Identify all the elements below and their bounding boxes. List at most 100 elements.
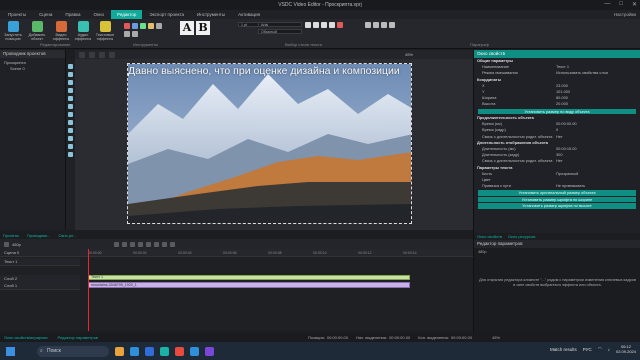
camera-icon[interactable] xyxy=(4,241,9,247)
status-link-properties[interactable]: Окно свойств/иерархия xyxy=(4,335,48,340)
stop-icon[interactable] xyxy=(137,241,143,247)
word-icon[interactable] xyxy=(190,346,199,356)
cut-icon[interactable] xyxy=(124,23,130,29)
timeline[interactable]: 00:00:00 00:00:02 00:00:04 00:00:06 00:00:08… xyxy=(0,249,473,331)
menu-item-editor[interactable]: Редактор xyxy=(111,10,143,19)
rewind-icon[interactable] xyxy=(113,241,119,247)
edge-icon[interactable] xyxy=(130,346,139,356)
menu-item-window[interactable]: Окно xyxy=(88,10,110,19)
hand-tool-icon[interactable] xyxy=(68,72,73,77)
property-row[interactable]: Высота 20.000 xyxy=(474,101,640,107)
image-clip[interactable]: mountains-3048799_1920_1 xyxy=(88,282,410,288)
language-indicator[interactable]: РУС xyxy=(583,347,592,352)
volume-icon[interactable]: ♪ xyxy=(608,347,610,352)
align-center-icon[interactable] xyxy=(373,22,379,28)
property-action-button[interactable]: Установить размер по виду объекта xyxy=(478,108,636,114)
text-tool-icon[interactable] xyxy=(68,80,73,85)
audio-effects-button[interactable]: Аудио эффекты xyxy=(73,21,93,47)
marker-icon[interactable] xyxy=(161,241,167,247)
chart-tool-icon[interactable] xyxy=(68,136,73,141)
pointer-tool-icon[interactable] xyxy=(68,64,73,69)
status-link-param-editor[interactable]: Редактор параметров xyxy=(58,335,98,340)
status-zoom[interactable]: 45% xyxy=(492,335,500,340)
forward-icon[interactable] xyxy=(145,241,151,247)
image-tool-icon[interactable] xyxy=(68,112,73,117)
crop-icon[interactable] xyxy=(148,23,154,29)
property-value[interactable]: 20.000 xyxy=(556,101,568,107)
ellipse-tool-icon[interactable] xyxy=(68,96,73,101)
overlay-text[interactable]: Давно выяснено, что при оценке дизайна и… xyxy=(128,65,411,77)
menu-item-activation[interactable]: Активация xyxy=(232,10,266,19)
rotate-icon[interactable] xyxy=(156,23,162,29)
font-style-select[interactable]: Обычный xyxy=(258,29,302,34)
loop-icon[interactable] xyxy=(169,241,175,247)
tree-item-scene[interactable]: Scene 0 xyxy=(4,66,61,72)
close-icon[interactable]: ✕ xyxy=(632,1,637,8)
font-name-select[interactable]: Arial xyxy=(258,22,302,27)
app2-icon[interactable] xyxy=(205,346,214,356)
align-left-icon[interactable] xyxy=(365,22,371,28)
snap-icon[interactable] xyxy=(89,51,95,58)
tab-resources-window[interactable]: Окно ре... xyxy=(58,233,76,238)
run-position-button[interactable]: Запустить позицию xyxy=(3,21,23,47)
wifi-icon[interactable]: ◠ xyxy=(598,346,602,352)
store-icon[interactable] xyxy=(145,346,154,356)
menu-item-projects[interactable]: Проекты xyxy=(2,10,32,19)
pause-icon[interactable] xyxy=(129,241,135,247)
resolution-select[interactable]: 480p xyxy=(478,250,486,254)
font-style-a-button[interactable]: A xyxy=(180,21,194,35)
zoom-in-icon[interactable] xyxy=(109,51,115,58)
align-justify-icon[interactable] xyxy=(389,22,395,28)
explorer-icon[interactable] xyxy=(115,346,124,356)
tab-explorer[interactable]: Проводник... xyxy=(27,233,50,238)
grid-icon[interactable] xyxy=(79,51,85,58)
menu-item-scene[interactable]: Сцена xyxy=(33,10,58,19)
windows-start-icon[interactable] xyxy=(6,346,15,356)
notification-text[interactable]: Match results xyxy=(550,347,577,352)
track-text[interactable]: Текст 1 xyxy=(0,258,80,266)
menu-item-tools[interactable]: Инструменты xyxy=(191,10,231,19)
text-color-icon[interactable] xyxy=(337,22,343,28)
align-right-icon[interactable] xyxy=(381,22,387,28)
redo-icon[interactable] xyxy=(132,31,138,37)
play-icon[interactable] xyxy=(121,241,127,247)
video-tool-icon[interactable] xyxy=(68,120,73,125)
resolution-select[interactable]: 480p xyxy=(12,242,21,247)
property-row[interactable]: Привязка к пути Не привязывать xyxy=(474,183,640,189)
paste-icon[interactable] xyxy=(140,23,146,29)
video-preview[interactable]: Давно выяснено, что при оценке дизайна и… xyxy=(127,63,412,224)
text-effects-button[interactable]: Текстовые эффекты xyxy=(95,21,115,47)
underline-icon[interactable] xyxy=(321,22,327,28)
menu-item-export[interactable]: Экспорт проекта xyxy=(143,10,190,19)
app-icon[interactable] xyxy=(175,346,184,356)
strikethrough-icon[interactable] xyxy=(329,22,335,28)
bold-icon[interactable] xyxy=(305,22,311,28)
vsdc-icon[interactable] xyxy=(160,346,169,356)
font-style-b-button[interactable]: B xyxy=(196,21,210,35)
copy-icon[interactable] xyxy=(132,23,138,29)
property-value[interactable]: Не привязывать xyxy=(556,183,585,189)
property-action-button[interactable]: Установить размер шрифта по высоте xyxy=(478,203,636,209)
split-icon[interactable] xyxy=(153,241,159,247)
text-clip[interactable]: Текст 1 xyxy=(88,275,410,280)
rectangle-tool-icon[interactable] xyxy=(68,88,73,93)
playhead[interactable] xyxy=(88,249,89,331)
zoom-out-icon[interactable] xyxy=(99,51,105,58)
undo-icon[interactable] xyxy=(124,31,130,37)
clock[interactable]: 06:12 02.09.2024 xyxy=(616,344,636,354)
sprite-tool-icon[interactable] xyxy=(68,152,73,157)
canvas-zoom[interactable]: 45% xyxy=(405,52,413,57)
property-action-button[interactable]: Установить оригинальный размер объекта xyxy=(478,190,636,196)
maximize-icon[interactable]: □ xyxy=(619,1,623,8)
audio-tool-icon[interactable] xyxy=(68,128,73,133)
tab-resources[interactable]: Окно ресурсов xyxy=(508,234,535,239)
track-layer-1[interactable]: Слой 1 xyxy=(0,282,80,290)
subtitle-tool-icon[interactable] xyxy=(68,144,73,149)
italic-icon[interactable] xyxy=(313,22,319,28)
taskbar-search[interactable]: ⌕ Поиск xyxy=(37,345,109,357)
settings-menu[interactable]: Настройки xyxy=(614,10,636,19)
menu-item-edit[interactable]: Правка xyxy=(59,10,86,19)
minimize-icon[interactable]: — xyxy=(604,1,610,8)
line-tool-icon[interactable] xyxy=(68,104,73,109)
tab-properties[interactable]: Окно свойств xyxy=(477,234,502,239)
